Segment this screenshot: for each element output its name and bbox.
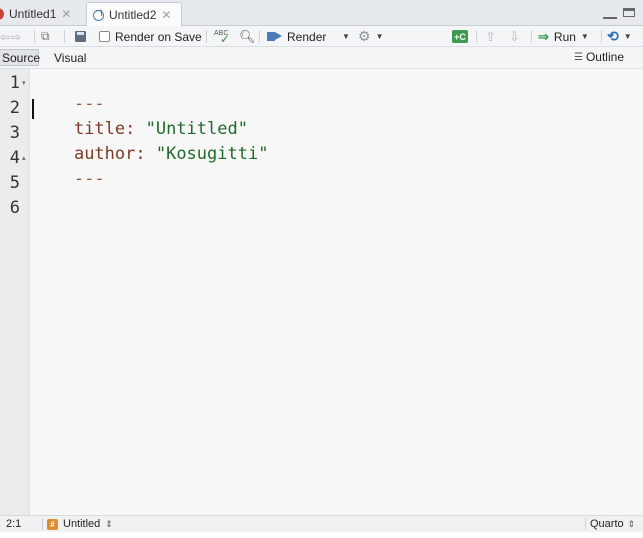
render-on-save-checkbox[interactable] [99, 31, 110, 42]
outline-icon: ☰ [574, 51, 583, 63]
run-button[interactable]: ⇒ Run ▼ [538, 26, 589, 47]
tab-untitled2[interactable]: Untitled2 ✕ [86, 2, 182, 27]
outline-button[interactable]: ☰ Outline [574, 50, 624, 64]
status-divider [42, 518, 43, 530]
text-cursor [32, 99, 34, 119]
gear-icon: ⚙ [358, 28, 371, 44]
run-label: Run [553, 29, 576, 44]
render-on-save-toggle[interactable]: Render on Save [99, 26, 202, 47]
fold-icon[interactable]: ▾ [22, 79, 26, 87]
editor-toolbar: ⇦⇨ ⧉ Render on Save ABC ✓ 🔍︎ Render ▼ ⚙ … [0, 26, 643, 47]
file-type-label: Quarto [590, 518, 624, 530]
yaml-string: "Kosugitti" [155, 144, 269, 164]
toolbar-divider [531, 30, 532, 43]
chunk-c-label: C [459, 31, 466, 42]
sync-icon: ⟲ [607, 28, 619, 44]
line-number: 4 [9, 148, 20, 168]
editor-tab-bar: Untitled1 ✕ Untitled2 ✕ [0, 0, 643, 27]
document-outline-selector[interactable]: # Untitled ⇕ [47, 518, 113, 530]
render-options-dropdown[interactable]: ▼ [342, 26, 350, 47]
re-run-chunks-button[interactable]: ⟲ ▼ [607, 26, 632, 47]
tab-untitled1[interactable]: Untitled1 ✕ [0, 2, 82, 26]
bottom-edge [0, 532, 643, 538]
back-forward-icon[interactable]: ⇦⇨ [0, 30, 22, 44]
toolbar-divider [34, 30, 35, 43]
popout-icon: ⧉ [41, 29, 50, 43]
insert-chunk-button[interactable]: + C [452, 26, 468, 47]
run-arrow-icon: ⇒ [538, 28, 549, 44]
render-button[interactable]: Render [267, 26, 326, 47]
cursor-position: 2:1 [6, 518, 22, 530]
line-number: 5 [9, 173, 20, 193]
updown-icon: ⇕ [627, 518, 636, 529]
magnifier-icon: 🔍︎ [239, 28, 256, 44]
tab-label: Untitled1 [9, 7, 57, 21]
show-in-window-button[interactable]: ⧉ [41, 26, 50, 47]
line-number: 3 [9, 123, 20, 143]
status-divider [585, 518, 586, 530]
r-script-icon [0, 8, 4, 20]
minimize-pane-button[interactable] [603, 14, 617, 19]
line-number: 1 [9, 73, 20, 93]
code-line[interactable]: --- [33, 149, 105, 209]
updown-icon: ⇕ [105, 518, 113, 529]
save-icon [75, 31, 86, 42]
caret-down-icon: ▼ [623, 32, 632, 41]
close-icon[interactable]: ✕ [161, 8, 171, 22]
insert-code-chunk-icon: + C [452, 30, 468, 43]
find-replace-button[interactable]: 🔍︎ [239, 26, 256, 47]
arrow-up-icon: ⇧ [485, 28, 496, 44]
arrow-down-icon: ⇩ [509, 28, 520, 44]
save-button[interactable] [75, 26, 86, 47]
close-icon[interactable]: ✕ [61, 7, 71, 21]
render-on-save-label: Render on Save [115, 29, 202, 44]
spellcheck-button[interactable]: ABC ✓ [214, 26, 232, 47]
previous-chunk-button[interactable]: ⇧ [485, 26, 496, 47]
file-type-selector[interactable]: Quarto ⇕ [590, 518, 635, 530]
toolbar-divider [601, 30, 602, 43]
render-label: Render [287, 29, 327, 44]
checkmark-icon: ✓ [220, 32, 231, 46]
render-arrow-icon [267, 32, 282, 41]
line-number: 6 [9, 198, 20, 218]
toolbar-divider [259, 30, 260, 43]
quarto-doc-icon [93, 9, 104, 21]
back-forward-buttons[interactable]: ⇦⇨ [0, 26, 22, 47]
caret-down-icon: ▼ [375, 32, 384, 41]
status-bar: 2:1 # Untitled ⇕ Quarto ⇕ [0, 515, 643, 532]
visual-mode-button[interactable]: Visual [50, 49, 90, 66]
editor-mode-bar: Source Visual ☰ Outline [0, 47, 643, 69]
source-mode-button[interactable]: Source [0, 49, 40, 66]
caret-down-icon: ▼ [580, 32, 589, 41]
line-number: 2 [9, 98, 20, 118]
toolbar-divider [476, 30, 477, 43]
settings-menu-button[interactable]: ⚙ ▼ [358, 26, 383, 47]
toolbar-divider [206, 30, 207, 43]
yaml-delimiter: --- [73, 169, 105, 189]
outline-label: Outline [585, 50, 624, 64]
next-chunk-button[interactable]: ⇩ [509, 26, 520, 47]
maximize-pane-button[interactable] [623, 8, 635, 17]
toolbar-divider [64, 30, 65, 43]
tab-label: Untitled2 [109, 8, 157, 22]
line-number-gutter: 1 ▾ 2 3 4 ▴ 5 6 [0, 69, 30, 515]
document-name: Untitled [63, 518, 101, 530]
caret-down-icon: ▼ [342, 32, 350, 41]
fold-icon[interactable]: ▴ [22, 154, 26, 162]
section-hash-icon: # [47, 518, 58, 530]
code-editor[interactable]: --- title: "Untitled" author: "Kosugitti… [30, 69, 643, 515]
